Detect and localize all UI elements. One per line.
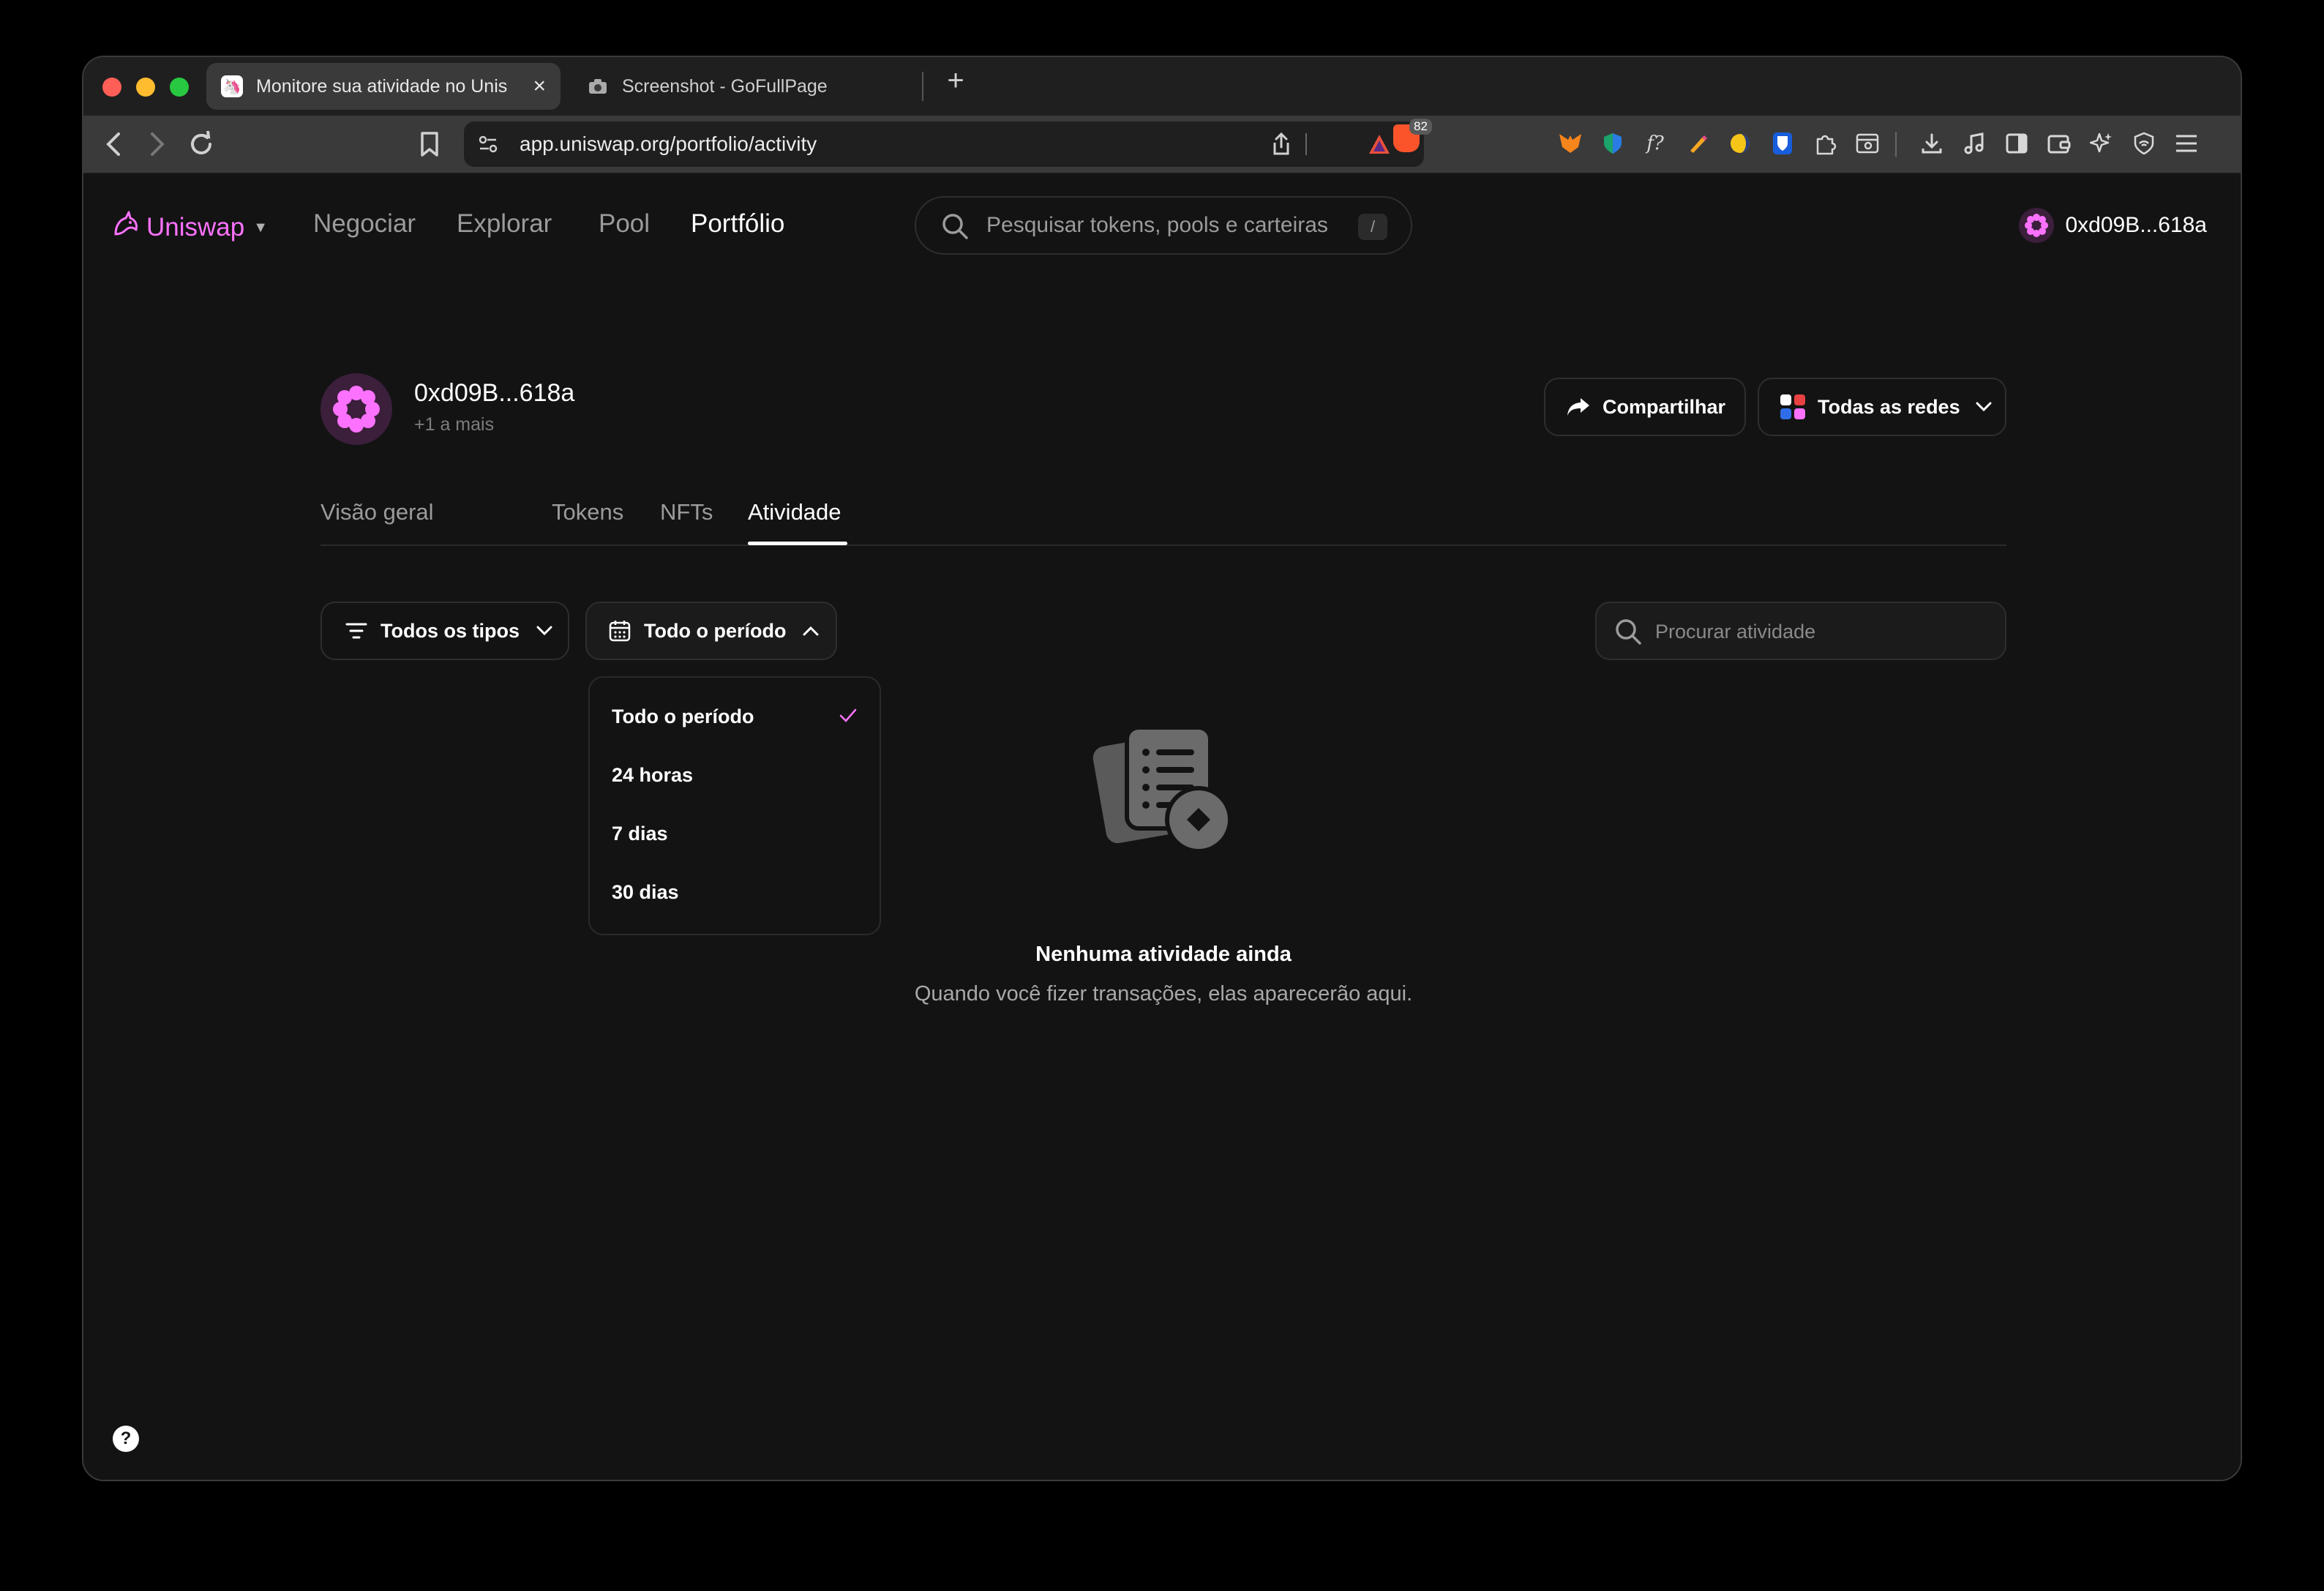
period-filter-label: Todo o período <box>644 619 787 642</box>
tab-overview[interactable]: Visão geral <box>321 499 434 525</box>
calendar-icon <box>609 620 631 642</box>
browser-toolbar: app.uniswap.org/portfolio/activity 82 f? <box>83 116 2241 174</box>
reload-button[interactable] <box>183 126 220 162</box>
chevron-down-icon <box>1975 401 1993 413</box>
period-option-7d[interactable]: 7 dias <box>612 823 668 845</box>
music-icon[interactable] <box>1958 127 1990 160</box>
account-address: 0xd09B...618a <box>2065 213 2208 237</box>
site-settings-icon[interactable] <box>474 130 502 158</box>
network-filter-button[interactable]: Todas as redes <box>1758 378 2006 436</box>
logo-text: Uniswap <box>146 213 245 242</box>
back-button[interactable] <box>95 126 132 162</box>
vpn-shield-icon[interactable] <box>2128 127 2160 160</box>
share-button[interactable]: Compartilhar <box>1544 378 1746 436</box>
uniswap-favicon-icon: 🦄 <box>221 75 243 97</box>
type-filter-button[interactable]: Todos os tipos <box>321 602 569 660</box>
share-label: Compartilhar <box>1603 395 1726 418</box>
networks-label: Todas as redes <box>1818 395 1960 418</box>
period-filter-button[interactable]: Todo o período <box>585 602 837 660</box>
search-icon <box>1614 618 1642 649</box>
empty-state-subtitle: Quando você fizer transações, elas apare… <box>914 982 1413 1006</box>
close-window-button[interactable] <box>102 78 121 97</box>
shields-count-badge: 82 <box>1409 119 1432 135</box>
toolbar-divider <box>1895 132 1897 157</box>
nav-explorar[interactable]: Explorar <box>457 209 552 239</box>
metamask-extension-icon[interactable] <box>1554 127 1586 160</box>
tab-title: Monitore sua atividade no Unis <box>256 75 508 97</box>
tab-activity[interactable]: Atividade <box>748 499 841 525</box>
share-page-icon[interactable] <box>1267 130 1295 158</box>
page-content: Uniswap ▼ Negociar Explorar Pool Portfól… <box>83 174 2241 1480</box>
empty-state-title: Nenhuma atividade ainda <box>1035 943 1292 966</box>
urlbar-divider <box>1305 133 1307 155</box>
reader-extension-icon[interactable] <box>1851 127 1883 160</box>
period-dropdown-menu: Todo o período 24 horas 7 dias 30 dias <box>588 676 881 935</box>
search-shortcut-badge: / <box>1358 214 1387 240</box>
chevron-down-icon <box>536 625 553 637</box>
minimize-window-button[interactable] <box>136 78 155 97</box>
pen-extension-icon[interactable] <box>1682 127 1714 160</box>
browser-tab[interactable]: Screenshot - GoFullPage <box>572 63 909 110</box>
period-option-all[interactable]: Todo o período <box>612 705 754 728</box>
avatar <box>2018 208 2054 243</box>
camera-icon <box>587 75 609 97</box>
tab-divider <box>922 72 923 101</box>
maximize-window-button[interactable] <box>170 78 189 97</box>
portfolio-tabs: Visão geral Tokens NFTs Atividade <box>321 499 2006 546</box>
networks-icon <box>1780 394 1806 420</box>
account-button[interactable]: 0xd09B...618a <box>2018 208 2208 243</box>
tab-nfts[interactable]: NFTs <box>660 499 713 525</box>
activity-search-input[interactable]: Procurar atividade <box>1595 602 2006 660</box>
leo-ai-icon[interactable] <box>2085 127 2118 160</box>
unicorn-icon <box>111 209 140 246</box>
download-icon[interactable] <box>1916 127 1948 160</box>
puzzle-extensions-icon[interactable] <box>1809 127 1841 160</box>
sidebar-icon[interactable] <box>2001 127 2033 160</box>
browser-window: 🦄 Monitore sua atividade no Unis × Scree… <box>82 56 2242 1481</box>
close-tab-icon[interactable]: × <box>533 74 546 99</box>
shield-extension-icon[interactable] <box>1597 127 1629 160</box>
uniswap-logo[interactable]: Uniswap ▼ <box>111 209 268 246</box>
global-search-input[interactable]: Pesquisar tokens, pools e carteiras / <box>915 196 1412 255</box>
browser-tab-active[interactable]: 🦄 Monitore sua atividade no Unis × <box>206 63 561 110</box>
avatar <box>321 373 392 445</box>
share-arrow-icon <box>1566 397 1591 417</box>
new-tab-button[interactable]: + <box>934 64 978 97</box>
bookmark-icon[interactable] <box>411 126 448 162</box>
chevron-up-icon <box>802 625 820 637</box>
moon-extension-icon[interactable] <box>1724 127 1756 160</box>
search-icon <box>941 212 969 244</box>
caret-down-icon: ▼ <box>253 219 269 236</box>
tab-title: Screenshot - GoFullPage <box>622 75 828 97</box>
menu-icon[interactable] <box>2170 127 2203 160</box>
check-icon <box>839 705 858 729</box>
period-option-30d[interactable]: 30 dias <box>612 881 679 904</box>
tab-tokens[interactable]: Tokens <box>552 499 623 525</box>
url-text: app.uniswap.org/portfolio/activity <box>520 132 817 155</box>
search-placeholder: Pesquisar tokens, pools e carteiras <box>986 213 1328 237</box>
type-filter-label: Todos os tipos <box>381 619 520 642</box>
nav-pool[interactable]: Pool <box>599 209 650 239</box>
help-button[interactable]: ? <box>113 1426 139 1452</box>
active-tab-indicator <box>748 542 847 545</box>
period-option-24h[interactable]: 24 horas <box>612 764 693 787</box>
nav-negociar[interactable]: Negociar <box>313 209 416 239</box>
forward-button[interactable] <box>139 126 176 162</box>
wallet-icon[interactable] <box>2043 127 2075 160</box>
formula-extension-icon[interactable]: f? <box>1639 127 1671 160</box>
address-bar[interactable]: app.uniswap.org/portfolio/activity <box>464 121 1424 167</box>
wallet-address: 0xd09B...618a <box>414 379 575 407</box>
tab-strip: 🦄 Monitore sua atividade no Unis × Scree… <box>83 57 2241 116</box>
empty-activity-icon <box>1086 719 1247 861</box>
activity-search-placeholder: Procurar atividade <box>1655 621 1816 643</box>
filter-icon <box>345 622 367 640</box>
bitwarden-extension-icon[interactable] <box>1766 127 1799 160</box>
nav-portfolio[interactable]: Portfólio <box>691 209 784 239</box>
more-wallets-link[interactable]: +1 a mais <box>414 414 494 435</box>
brave-rewards-icon[interactable] <box>1365 130 1393 158</box>
